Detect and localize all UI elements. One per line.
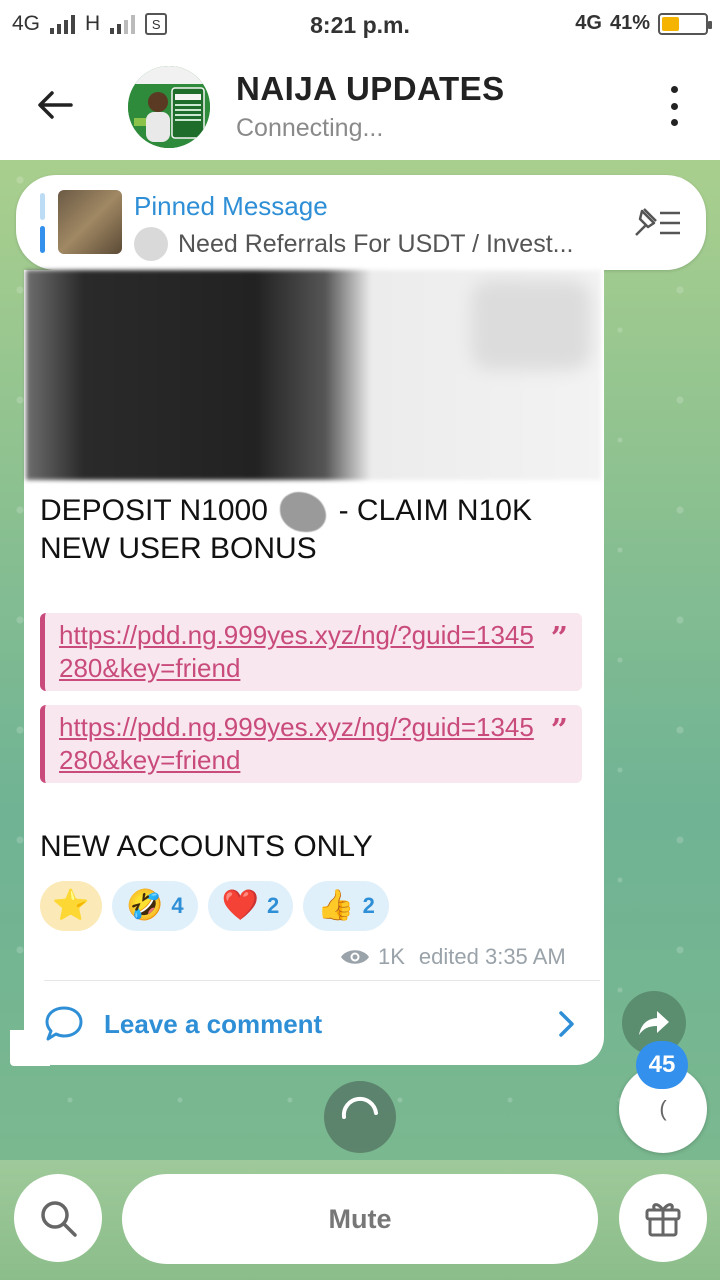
back-button[interactable] [30,80,80,130]
message-meta: 1K edited 3:35 AM [340,944,566,970]
pinned-list-button[interactable] [630,205,682,241]
loading-indicator [324,1081,396,1153]
message-text-line2: NEW USER BONUS [40,532,317,565]
quote-block-1: https://pdd.ng.999yes.xyz/ng/?guid=13452… [40,613,582,691]
more-vert-icon [670,86,678,93]
pinned-preview: Need Referrals For USDT / Invest... [134,227,614,261]
message-media[interactable] [26,270,601,480]
search-button[interactable] [14,1174,102,1262]
eye-icon [341,950,369,964]
referral-link-1[interactable]: https://pdd.ng.999yes.xyz/ng/?guid=13452… [59,619,539,685]
blurred-emoji [280,492,327,533]
star-icon: ⭐ [52,889,90,922]
search-icon [41,1201,77,1237]
referral-link-2[interactable]: https://pdd.ng.999yes.xyz/ng/?guid=13452… [59,711,539,777]
pinned-preview-text: Need Referrals For USDT / Invest... [178,229,574,258]
channel-avatar[interactable] [128,66,210,148]
more-options-button[interactable] [662,86,686,126]
reaction-count: 4 [171,893,184,918]
chat-header: NAIJA UPDATES Connecting... [0,52,720,160]
rofl-icon: 🤣 [126,889,164,922]
quote-icon: ” [550,621,568,656]
reaction-star[interactable]: ⭐ [40,881,102,931]
network-type-3: 4G [575,12,602,34]
message-text-line3: NEW ACCOUNTS ONLY [40,830,373,863]
message-text-line1: DEPOSIT N1000 - CLAIM N10K [40,492,532,533]
loading-spinner-icon [341,1096,378,1119]
leave-comment-label: Leave a comment [104,1008,323,1039]
message-text-deposit: DEPOSIT N1000 [40,494,268,527]
mute-button[interactable]: Mute [122,1174,598,1264]
unpin-list-icon [635,208,680,236]
pinned-message-bar[interactable]: Pinned Message Need Referrals For USDT /… [16,175,706,270]
reaction-count: 2 [362,893,375,918]
gift-button[interactable] [619,1174,707,1262]
battery-percent: 41% [609,12,650,34]
pinned-label: Pinned Message [134,191,328,221]
leave-comment-button[interactable]: Leave a comment [44,1000,584,1048]
unread-count-badge: 45 [636,1041,688,1089]
edited-time: edited 3:35 AM [418,944,566,969]
reaction-thumbs-up[interactable]: 👍 2 [303,881,389,931]
connection-status: Connecting... [236,114,384,142]
back-arrow-icon [38,91,73,119]
chevron-right-icon [559,1011,574,1037]
heart-icon: ❤️ [221,889,259,922]
status-right: 4G 41% [575,12,712,35]
comment-divider [44,980,600,981]
reactions-row: ⭐ 🤣 4 ❤️ 2 👍 2 [40,881,389,931]
comment-bubble-icon [45,1006,83,1041]
battery-icon [658,12,712,35]
quote-block-2: https://pdd.ng.999yes.xyz/ng/?guid=13452… [40,705,582,783]
pinned-indicator [40,193,45,253]
gift-icon [645,1203,681,1237]
avatar-image [128,66,210,148]
reaction-laugh[interactable]: 🤣 4 [112,881,198,931]
message-text-claim: - CLAIM N10K [338,494,532,527]
reaction-heart[interactable]: ❤️ 2 [207,881,294,931]
reaction-count: 2 [266,893,280,918]
scroll-glyph: ( [659,1096,667,1121]
pinned-thumbnail [58,190,122,254]
view-count: 1K [378,944,405,969]
share-icon [639,1011,669,1035]
pinned-preview-media [134,227,168,261]
status-bar: 4G H S 8:21 p.m. 4G 41% [0,0,720,52]
bottom-bar: Mute [0,1160,720,1280]
channel-title[interactable]: NAIJA UPDATES [236,70,505,108]
thumbs-up-icon: 👍 [317,889,355,922]
quote-icon: ” [550,713,568,748]
